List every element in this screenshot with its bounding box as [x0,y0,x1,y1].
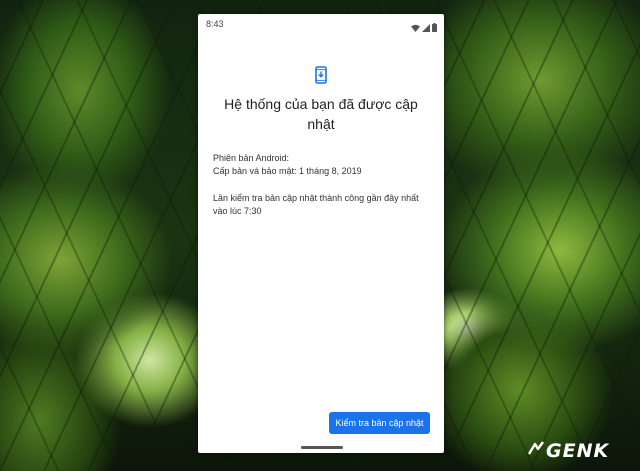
battery-icon [432,19,437,37]
wifi-icon [411,19,420,37]
genk-logo-icon [527,440,544,462]
last-check-status: Lần kiểm tra bản cập nhật thành công gần… [213,193,419,216]
system-update-phone-icon [312,66,330,84]
status-time: 8:43 [206,19,224,29]
check-for-update-button[interactable]: Kiểm tra bản cập nhật [329,412,430,434]
security-patch-level: Cấp bản vá bảo mật: 1 tháng 8, 2019 [213,166,362,176]
phone-screen: 8:43 Hệ thống của bạn đã được cập nhật P… [198,14,444,453]
status-icons [411,19,437,37]
navigation-gesture-handle[interactable] [301,446,343,449]
genk-logo-text: GENK [546,440,610,462]
page-title: Hệ thống của bạn đã được cập nhật [224,96,418,132]
android-version-label: Phiên bản Android: [213,153,290,163]
status-bar: 8:43 [198,14,444,34]
genk-watermark: GENK [527,438,610,464]
signal-icon [422,19,430,37]
